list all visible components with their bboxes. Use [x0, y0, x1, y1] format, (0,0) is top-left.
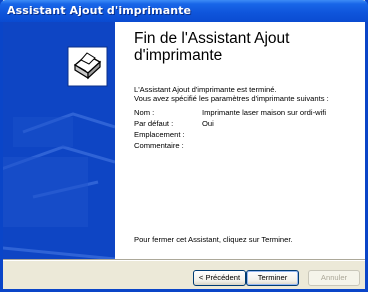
- field-label-default: Par défaut :: [134, 119, 174, 128]
- closing-text: Pour fermer cet Assistant, cliquez sur T…: [134, 235, 293, 244]
- add-printer-wizard-window: Assistant Ajout d'imprimante Fin de l'As…: [0, 0, 368, 292]
- window-title: Assistant Ajout d'imprimante: [7, 4, 192, 17]
- cancel-button[interactable]: Annuler: [308, 270, 360, 286]
- button-separator: [3, 259, 365, 261]
- field-label-comment: Commentaire :: [134, 141, 184, 150]
- printer-wizard-icon: [67, 46, 108, 87]
- wizard-heading: Fin de l'Assistant Ajout d'imprimante: [134, 30, 290, 64]
- wizard-content: Fin de l'Assistant Ajout d'imprimante L'…: [115, 22, 365, 259]
- title-bar[interactable]: Assistant Ajout d'imprimante: [0, 0, 368, 22]
- field-label-location: Emplacement :: [134, 130, 185, 139]
- wizard-side-panel: [3, 22, 115, 259]
- intro-text-1: L'Assistant Ajout d'imprimante est termi…: [134, 85, 277, 94]
- finish-button[interactable]: Terminer: [246, 270, 299, 286]
- back-button[interactable]: < Précédent: [193, 270, 246, 286]
- field-value-default: Oui: [202, 119, 214, 128]
- field-label-name: Nom :: [134, 108, 155, 117]
- field-value-name: Imprimante laser maison sur ordi-wifi: [202, 108, 327, 117]
- intro-text-2: Vous avez spécifié les paramètres d'impr…: [134, 94, 329, 103]
- wizard-watermark-printer: [3, 46, 115, 259]
